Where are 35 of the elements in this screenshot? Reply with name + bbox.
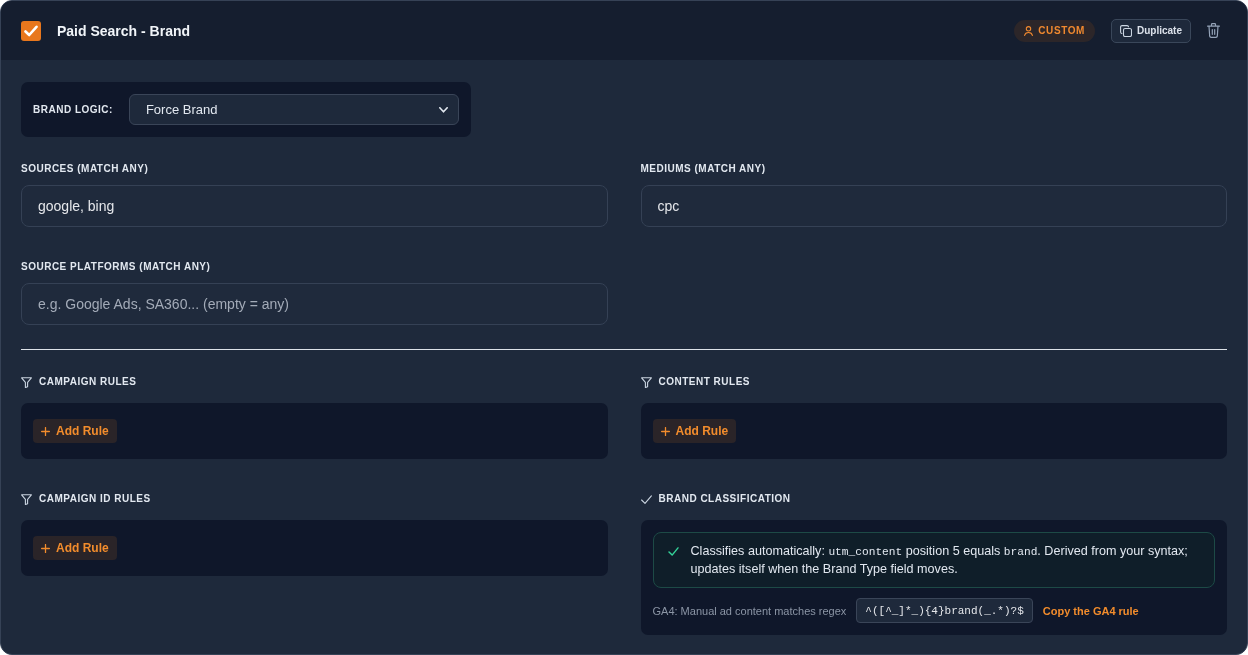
trash-icon[interactable]	[1207, 23, 1220, 38]
regex-code: ^([^_]*_){4}brand(_.*)?$	[856, 598, 1033, 623]
field-label: SOURCES (MATCH ANY)	[21, 163, 150, 175]
brand-logic-select[interactable]: Force Brand	[128, 94, 459, 125]
plus-icon	[660, 426, 670, 436]
section-title: CAMPAIGN RULES	[39, 376, 137, 388]
add-rule-button[interactable]: Add Rule	[33, 536, 117, 560]
copy-rule-link[interactable]: Copy the GA4 rule	[1042, 604, 1139, 617]
regex-label: GA4: Manual ad content matches regex	[652, 604, 847, 617]
enable-checkbox[interactable]	[21, 20, 41, 41]
funnel-icon	[640, 376, 652, 388]
tag-label: CUSTOM	[1038, 25, 1085, 36]
add-rule-button[interactable]: Add Rule	[33, 419, 117, 443]
section-title: CAMPAIGN ID RULES	[39, 493, 151, 505]
check-icon	[667, 547, 679, 556]
check-icon	[640, 493, 652, 505]
chevron-down-icon	[438, 106, 448, 113]
section-title: CONTENT RULES	[658, 376, 750, 388]
duplicate-button[interactable]: Duplicate	[1111, 18, 1191, 43]
add-rule-button[interactable]: Add Rule	[652, 419, 737, 443]
brand-logic-label: BRAND LOGIC:	[33, 104, 113, 115]
person-icon	[1024, 25, 1034, 36]
notice-text: Classifies automatically: utm_content position 5 equals brand. Derived from your syntax; updates itself when the Brand Type field moves.	[690, 543, 1189, 577]
field-label: SOURCE PLATFORMS (MATCH ANY)	[21, 261, 212, 273]
field-label: MEDIUMS (MATCH ANY)	[640, 163, 767, 175]
text-field[interactable]: e.g. Google Ads, SA360... (empty = any)	[21, 283, 608, 325]
rule-title: Paid Search - Brand	[57, 22, 191, 39]
funnel-icon	[21, 493, 32, 505]
text-field[interactable]: google, bing	[21, 185, 608, 227]
text-field[interactable]: cpc	[640, 185, 1227, 227]
section-title: BRAND CLASSIFICATION	[658, 493, 791, 505]
plus-icon	[41, 543, 50, 553]
funnel-icon	[21, 376, 32, 388]
plus-icon	[41, 426, 50, 436]
copy-icon	[1120, 24, 1132, 37]
